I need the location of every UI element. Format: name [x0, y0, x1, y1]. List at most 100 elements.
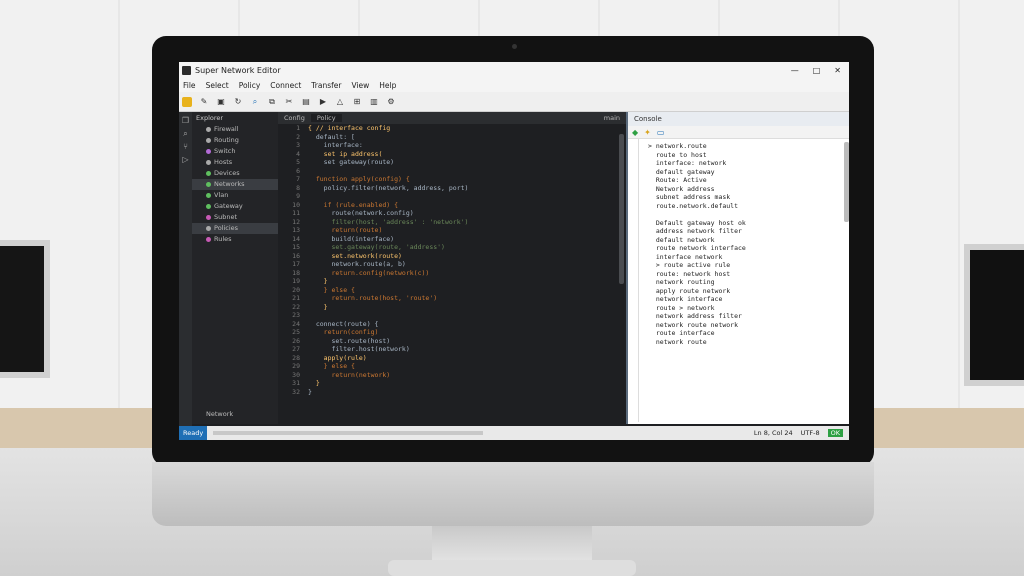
console-line: route: network host: [648, 269, 731, 278]
run-icon[interactable]: ▶: [318, 97, 328, 107]
tab-main[interactable]: main: [598, 114, 626, 122]
code-line[interactable]: return.config(network(c)): [308, 269, 608, 278]
progress-bar: [213, 431, 484, 435]
tree-item[interactable]: Hosts: [192, 157, 278, 168]
code-line[interactable]: }: [308, 388, 608, 397]
tree-item[interactable]: Subnet: [192, 212, 278, 223]
code-line[interactable]: route(network.config): [308, 209, 608, 218]
menu-select[interactable]: Select: [206, 81, 229, 90]
tab-config[interactable]: Config: [278, 114, 311, 122]
tab-policy[interactable]: Policy: [310, 114, 342, 122]
code-line[interactable]: return(network): [308, 371, 608, 380]
line-number: 11: [292, 209, 300, 217]
code-line[interactable]: }: [308, 277, 608, 286]
tree-item[interactable]: Firewall: [192, 124, 278, 135]
code-line[interactable]: set gateway(route): [308, 158, 608, 167]
tree-item[interactable]: Rules: [192, 234, 278, 245]
code-line[interactable]: if (rule.enabled) {: [308, 201, 608, 210]
tree-item[interactable]: Switch: [192, 146, 278, 157]
paste-icon[interactable]: ▤: [301, 97, 311, 107]
menu-policy[interactable]: Policy: [239, 81, 261, 90]
code-line[interactable]: build(interface): [308, 235, 608, 244]
editor-tabs: Config Policy main: [278, 112, 626, 124]
line-number: 22: [292, 302, 300, 311]
explorer-footer[interactable]: Network: [192, 409, 233, 420]
code-line[interactable]: } else {: [308, 362, 608, 371]
console-line: default gateway: [648, 167, 715, 176]
source-control-icon[interactable]: ⑂: [181, 142, 190, 151]
code-line[interactable]: set.route(host): [308, 337, 608, 346]
code-line[interactable]: } else {: [308, 286, 608, 295]
side-monitor-left: [0, 240, 50, 378]
line-number: 17: [292, 260, 300, 268]
run-icon[interactable]: ◆: [632, 128, 638, 137]
tree-item[interactable]: Vlan: [192, 190, 278, 201]
pin-icon[interactable]: ✎: [199, 97, 209, 107]
line-number: 24: [292, 319, 300, 328]
code-line[interactable]: filter.host(network): [308, 345, 608, 354]
explorer-icon[interactable]: ❐: [181, 116, 190, 125]
code-line[interactable]: { // interface config: [308, 124, 608, 133]
refresh-icon[interactable]: ↻: [233, 97, 243, 107]
console-scrollbar[interactable]: [844, 142, 849, 222]
network-icon[interactable]: ⊞: [352, 97, 362, 107]
console-line: Default gateway host ok: [648, 218, 746, 227]
code-line[interactable]: function apply(config) {: [308, 175, 608, 184]
editor-scrollbar[interactable]: [619, 134, 624, 284]
menu-transfer[interactable]: Transfer: [311, 81, 341, 90]
code-editor[interactable]: 1 2 3 4 5 6 7 8 9 10 11 12 13 14 15 16 17 18 19 20 21 22 23 24 2…: [278, 124, 626, 424]
line-number: 28: [292, 353, 300, 362]
code-line[interactable]: filter(host, 'address' : 'network'): [308, 218, 608, 227]
encoding[interactable]: UTF-8: [801, 429, 820, 437]
file-icon: [206, 170, 211, 176]
line-number: 21: [292, 294, 300, 302]
tree-item[interactable]: Gateway: [192, 201, 278, 212]
code-line[interactable]: }: [308, 303, 608, 312]
code-line[interactable]: interface:: [308, 141, 608, 150]
code-line[interactable]: policy.filter(network, address, port): [308, 184, 608, 193]
code-line[interactable]: return(config): [308, 328, 608, 337]
code-line[interactable]: apply(rule): [308, 354, 608, 363]
warning-icon[interactable]: △: [335, 97, 345, 107]
search-icon[interactable]: ⌕: [250, 97, 260, 107]
code-line[interactable]: return.route(host, 'route'): [308, 294, 608, 303]
code-line[interactable]: network.route(a, b): [308, 260, 608, 269]
star-icon[interactable]: ✦: [644, 128, 651, 137]
code-area[interactable]: { // interface config default: [ interfa…: [308, 124, 608, 424]
code-line[interactable]: }: [308, 379, 608, 388]
debug-icon[interactable]: ▷: [181, 155, 190, 164]
tree-item[interactable]: Policies: [192, 223, 278, 234]
search-panel-icon[interactable]: ⌕: [181, 129, 190, 138]
code-line[interactable]: return(route): [308, 226, 608, 235]
cursor-position[interactable]: Ln 8, Col 24: [754, 429, 793, 437]
tree-item[interactable]: Devices: [192, 168, 278, 179]
code-line[interactable]: connect(route) {: [308, 320, 608, 329]
code-line[interactable]: [308, 192, 608, 201]
code-line[interactable]: [308, 311, 608, 320]
code-line[interactable]: [308, 167, 608, 176]
minimize-button[interactable]: —: [791, 66, 799, 75]
split-icon[interactable]: ▭: [657, 128, 665, 137]
menu-connect[interactable]: Connect: [270, 81, 301, 90]
menu-view[interactable]: View: [351, 81, 369, 90]
code-line[interactable]: default: [: [308, 133, 608, 142]
copy-icon[interactable]: ⧉: [267, 97, 277, 107]
tree-item-label: Devices: [214, 169, 240, 177]
layout-icon[interactable]: ▥: [369, 97, 379, 107]
close-button[interactable]: ✕: [834, 66, 841, 75]
cut-icon[interactable]: ✂: [284, 97, 294, 107]
menu-help[interactable]: Help: [379, 81, 396, 90]
save-icon[interactable]: ▣: [216, 97, 226, 107]
line-number: 12: [292, 217, 300, 226]
menu-file[interactable]: File: [183, 81, 196, 90]
console-line: apply route network: [648, 286, 731, 295]
settings-icon[interactable]: ⚙: [386, 97, 396, 107]
console-toolbar: ◆ ✦ ▭: [628, 126, 849, 139]
code-line[interactable]: set.gateway(route, 'address'): [308, 243, 608, 252]
tree-item-selected[interactable]: Networks: [192, 179, 278, 190]
maximize-button[interactable]: □: [813, 66, 821, 75]
open-folder-icon[interactable]: [182, 96, 192, 107]
code-line[interactable]: set ip address(: [308, 150, 608, 159]
tree-item[interactable]: Routing: [192, 135, 278, 146]
code-line[interactable]: set.network(route): [308, 252, 608, 261]
